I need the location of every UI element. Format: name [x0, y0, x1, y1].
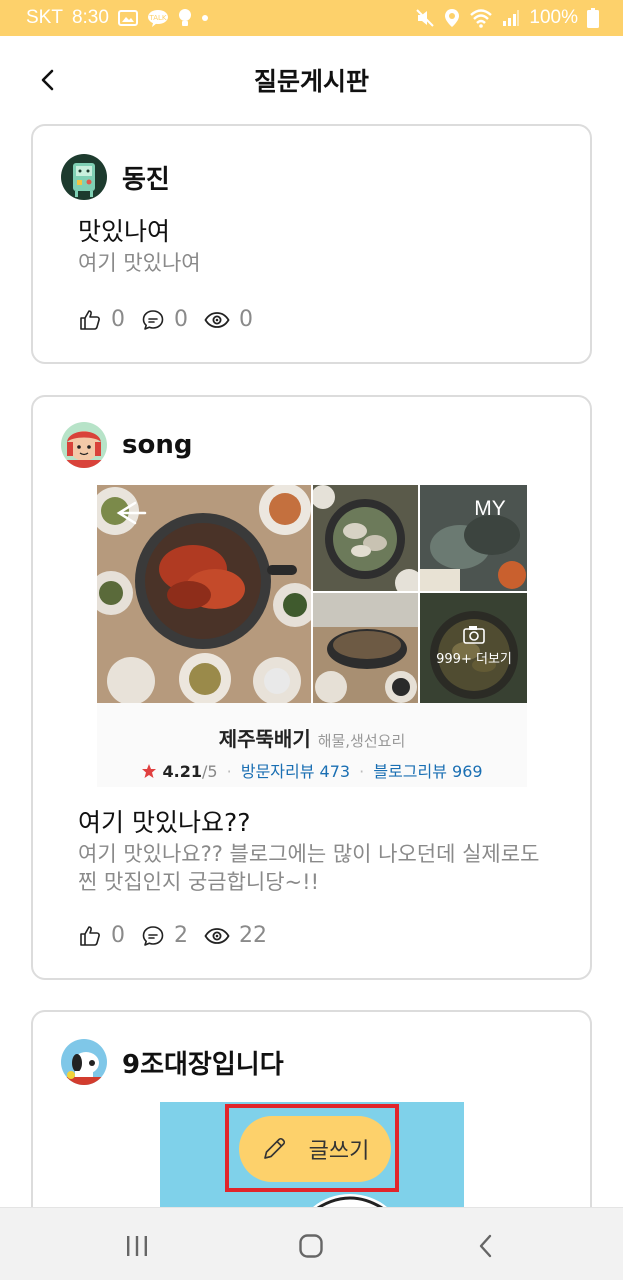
- post-body: 여기 맛있나요?? 블로그에는 많이 나오던데 실제로도 찐 맛집인지 궁금합니…: [78, 842, 540, 894]
- author-name[interactable]: 9조대장입니다: [122, 1044, 284, 1081]
- post-body: 여기 맛있나여: [78, 251, 201, 275]
- home-icon: [299, 1234, 323, 1258]
- home-button[interactable]: [291, 1226, 331, 1266]
- place-name-row: 제주뚝배기 해물,생선요리: [97, 723, 527, 752]
- visitor-reviews[interactable]: 방문자리뷰 473: [241, 762, 350, 781]
- post-stats: 0 2 22: [78, 923, 283, 948]
- place-photo-3: MY: [420, 485, 527, 591]
- post-card[interactable]: 동진 맛있나여 여기 맛있나여 0 0 0: [31, 124, 592, 364]
- recent-apps-button[interactable]: [117, 1226, 157, 1266]
- app-header: 질문게시판: [0, 36, 623, 122]
- blog-reviews[interactable]: 블로그리뷰 969: [373, 762, 482, 781]
- place-meta: 4.21/5 · 방문자리뷰 473 · 블로그리뷰 969: [97, 758, 527, 782]
- comment-count[interactable]: 0: [141, 307, 188, 332]
- comment-count[interactable]: 2: [141, 923, 188, 948]
- place-photos: MY 999+ 더보기: [97, 485, 527, 703]
- write-button-highlight: 글쓰기: [225, 1104, 399, 1192]
- svg-text:TALK: TALK: [148, 14, 166, 22]
- eye-icon: [204, 927, 230, 944]
- status-bar: SKT 8:30 TALK 100%: [0, 0, 623, 36]
- comment-bubble-icon: [142, 925, 164, 946]
- place-category: 해물,생선요리: [317, 732, 406, 750]
- place-photo-main: [97, 485, 311, 703]
- avatar: [61, 1039, 107, 1085]
- post-title[interactable]: 여기 맛있나요??: [78, 803, 251, 839]
- system-nav-bar: [0, 1207, 623, 1280]
- post-author: 9조대장입니다: [61, 1039, 284, 1085]
- avatar: [61, 154, 107, 200]
- nav-back-button[interactable]: [466, 1226, 506, 1266]
- author-name[interactable]: 동진: [122, 159, 170, 196]
- pencil-icon: [263, 1137, 285, 1159]
- my-overlay-label: MY: [474, 497, 506, 520]
- place-photo-more[interactable]: 999+ 더보기: [420, 593, 527, 703]
- mute-icon: [415, 8, 435, 28]
- place-photo-2: [313, 485, 418, 591]
- comment-bubble-icon: [142, 309, 164, 330]
- status-bar-left: SKT 8:30 TALK: [26, 7, 209, 29]
- place-card[interactable]: MY 999+ 더보기 제주뚝배기 해물,생선요리 4.21/5 · 방문자리뷰…: [97, 485, 527, 787]
- like-count[interactable]: 0: [78, 307, 125, 332]
- avatar: [61, 422, 107, 468]
- more-photos-label: 999+ 더보기: [436, 652, 512, 667]
- place-name: 제주뚝배기: [218, 727, 311, 751]
- thumbs-up-icon: [80, 309, 100, 330]
- battery-icon: [587, 8, 599, 28]
- post-stats: 0 0 0: [78, 307, 269, 332]
- post-author: song: [61, 422, 192, 468]
- eye-icon: [204, 311, 230, 328]
- wifi-icon: [469, 8, 493, 28]
- post-author: 동진: [61, 154, 170, 200]
- place-info: 제주뚝배기 해물,생선요리 4.21/5 · 방문자리뷰 473 · 블로그리뷰…: [97, 703, 527, 787]
- view-count: 0: [204, 307, 253, 332]
- nav-back-icon: [479, 1234, 492, 1258]
- signal-icon: [502, 9, 520, 27]
- lightbulb-notification-icon: [178, 8, 192, 28]
- like-count[interactable]: 0: [78, 923, 125, 948]
- recent-apps-icon: [127, 1236, 147, 1256]
- status-bar-right: 100%: [415, 7, 599, 29]
- thumbs-up-icon: [80, 925, 100, 946]
- post-title[interactable]: 맛있나여: [78, 212, 170, 248]
- chat-notification-icon: TALK: [147, 9, 169, 27]
- post-card[interactable]: song MY 999+ 더보기 제주뚝배기 해물,생선요리 4.21/5 · …: [31, 395, 592, 980]
- place-rating: 4.21: [162, 762, 202, 781]
- gallery-notification-icon: [117, 9, 138, 27]
- page-title: 질문게시판: [253, 67, 369, 96]
- place-photo-4: [313, 593, 418, 703]
- author-name[interactable]: song: [122, 430, 192, 460]
- write-button-label: 글쓰기: [308, 1139, 370, 1164]
- view-count: 22: [204, 923, 267, 948]
- battery-level: 100%: [529, 7, 578, 28]
- place-rating-max: /5: [201, 762, 218, 781]
- location-icon: [444, 8, 460, 28]
- clock: 8:30: [71, 7, 109, 28]
- more-notifications-dot-icon: [201, 14, 209, 22]
- carrier-label: SKT: [26, 7, 63, 28]
- star-icon: [142, 764, 157, 778]
- write-button[interactable]: 글쓰기: [239, 1116, 391, 1182]
